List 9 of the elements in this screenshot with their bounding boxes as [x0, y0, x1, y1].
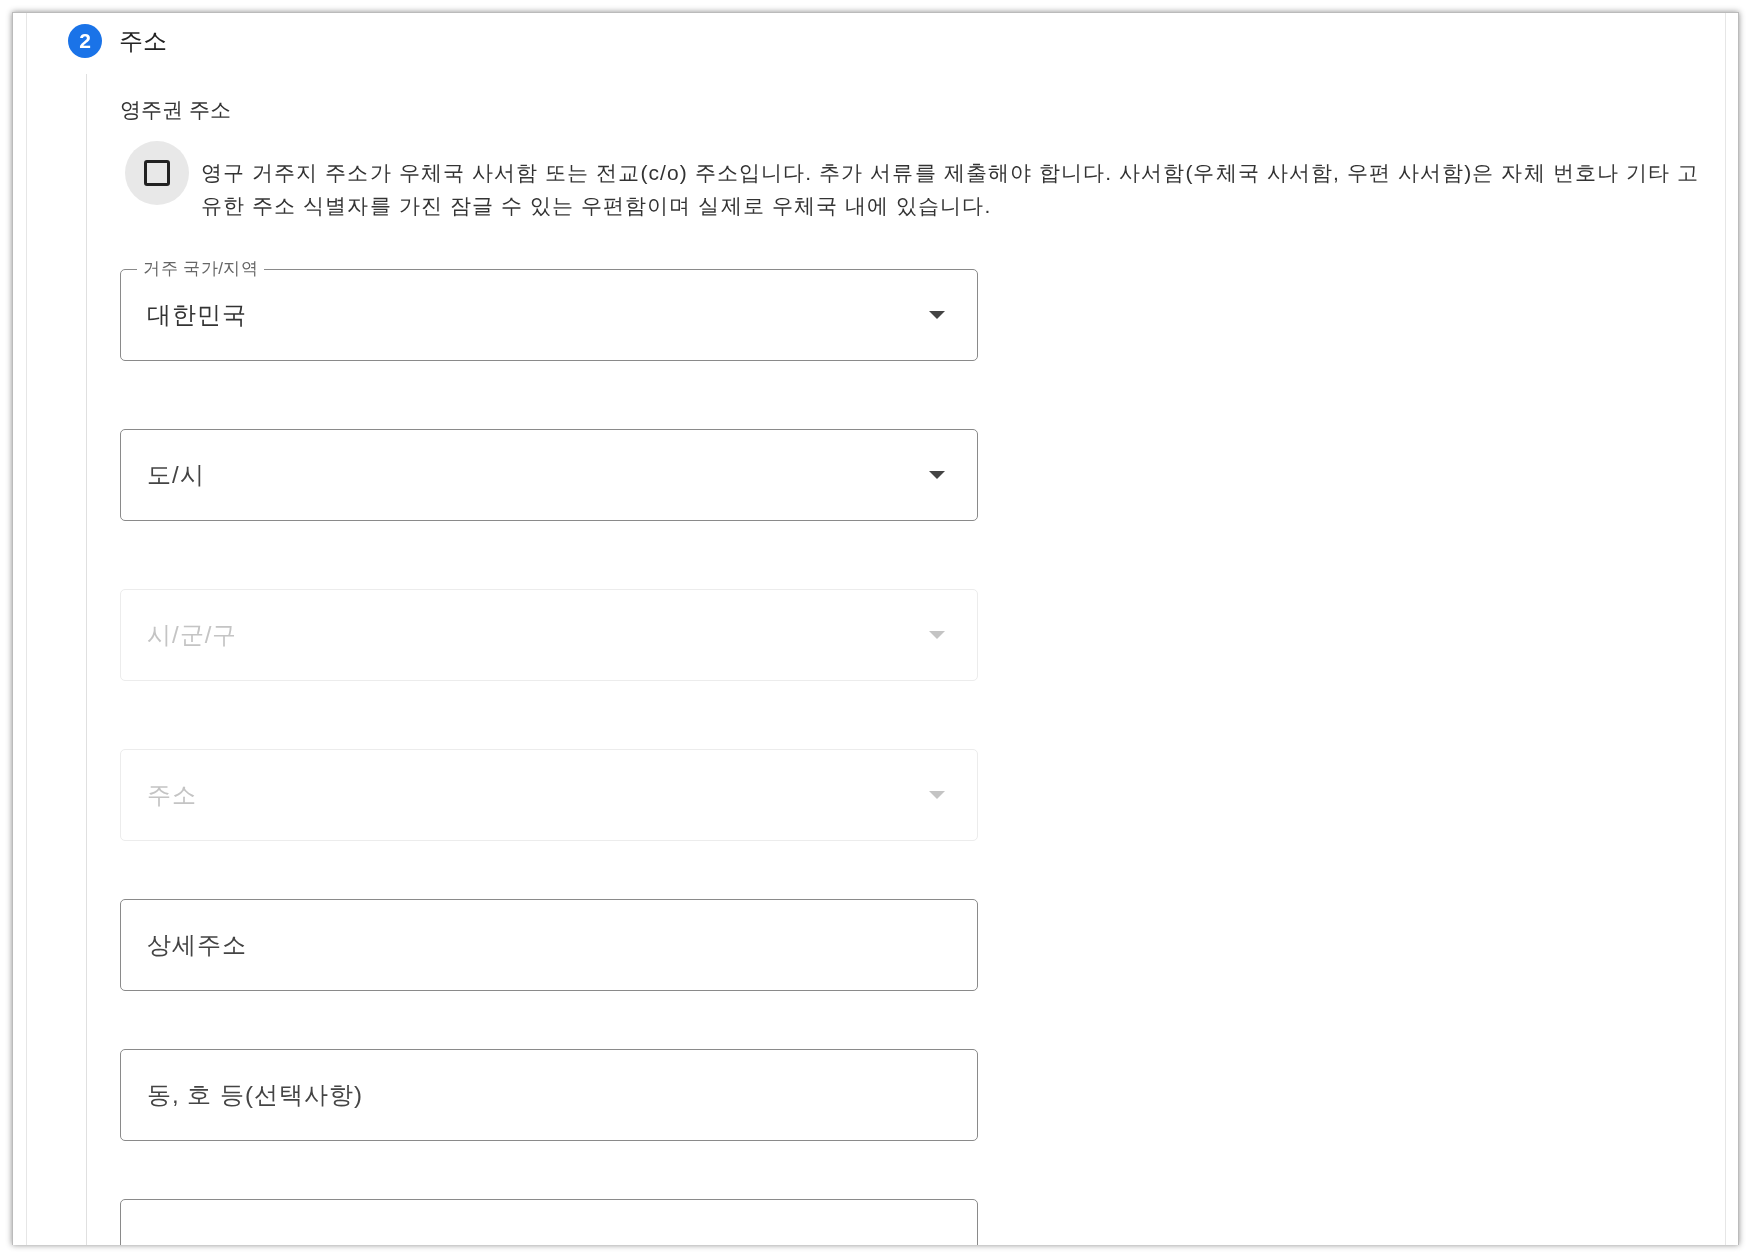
field-label: 거주 국가/지역: [137, 258, 265, 280]
checkbox-label: 영구 거주지 주소가 우체국 사서함 또는 전교(c/o) 주소입니다. 추가 서류를 제출해야 합니다. 사서함(우체국 사서함, 우편 사서함)은 자체 번호나 기타 고유한 주소 식별자를 가진 잠글 수 있는 우편함이며 실제로 우체국 내에 있습니다.: [201, 160, 1701, 219]
subsection-title: 영주권 주소: [120, 97, 232, 123]
step-badge: 2: [68, 24, 102, 58]
dropdown-caret-icon: [928, 630, 946, 640]
section-title: 주소: [119, 26, 167, 56]
dropdown-caret-icon: [928, 790, 946, 800]
dropdown-caret-icon: [928, 470, 946, 480]
dropdown-caret-icon: [928, 310, 946, 320]
